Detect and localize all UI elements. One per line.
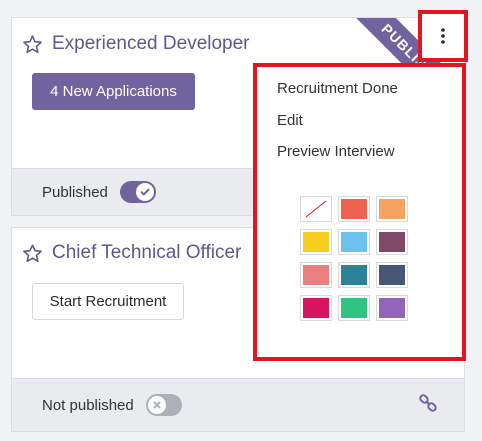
check-icon <box>135 183 154 201</box>
x-icon <box>147 396 166 414</box>
card-title-row: Experienced Developer <box>22 33 250 55</box>
color-swatch-no-color[interactable] <box>300 196 332 222</box>
color-swatch-orange[interactable] <box>376 196 408 222</box>
publish-toggle[interactable] <box>119 181 156 203</box>
menu-item-recruitment-done[interactable]: Recruitment Done <box>277 80 398 97</box>
new-applications-button[interactable]: 4 New Applications <box>32 73 195 110</box>
publish-toggle[interactable] <box>145 394 182 416</box>
publish-status-label: Not published <box>42 396 134 414</box>
star-icon[interactable] <box>22 34 43 55</box>
card-title-row: Chief Technical Officer <box>22 242 241 264</box>
start-recruitment-button[interactable]: Start Recruitment <box>32 283 184 320</box>
color-swatch-fuchsia[interactable] <box>300 295 332 321</box>
color-swatch-light-blue[interactable] <box>338 229 370 255</box>
color-swatch-dark-purple[interactable] <box>376 229 408 255</box>
color-swatch-green[interactable] <box>338 295 370 321</box>
card-dropdown-menu: Recruitment Done Edit Preview Interview <box>253 63 466 361</box>
publish-status-label: Published <box>42 183 108 201</box>
color-swatch-salmon-pink[interactable] <box>300 262 332 288</box>
kebab-menu-button[interactable] <box>418 10 468 62</box>
color-swatch-medium-blue[interactable] <box>338 262 370 288</box>
menu-item-edit[interactable]: Edit <box>277 112 303 129</box>
color-swatch-dark-blue[interactable] <box>376 262 408 288</box>
star-icon[interactable] <box>22 243 43 264</box>
color-swatch-purple[interactable] <box>376 295 408 321</box>
color-picker <box>300 196 408 321</box>
color-swatch-red[interactable] <box>338 196 370 222</box>
job-title[interactable]: Experienced Developer <box>52 33 250 55</box>
card-footer: Not published <box>12 378 464 431</box>
menu-item-preview-interview[interactable]: Preview Interview <box>277 143 395 160</box>
job-title[interactable]: Chief Technical Officer <box>52 242 241 264</box>
color-swatch-yellow[interactable] <box>300 229 332 255</box>
link-icon[interactable] <box>418 393 438 413</box>
vertical-dots-icon <box>441 28 445 44</box>
